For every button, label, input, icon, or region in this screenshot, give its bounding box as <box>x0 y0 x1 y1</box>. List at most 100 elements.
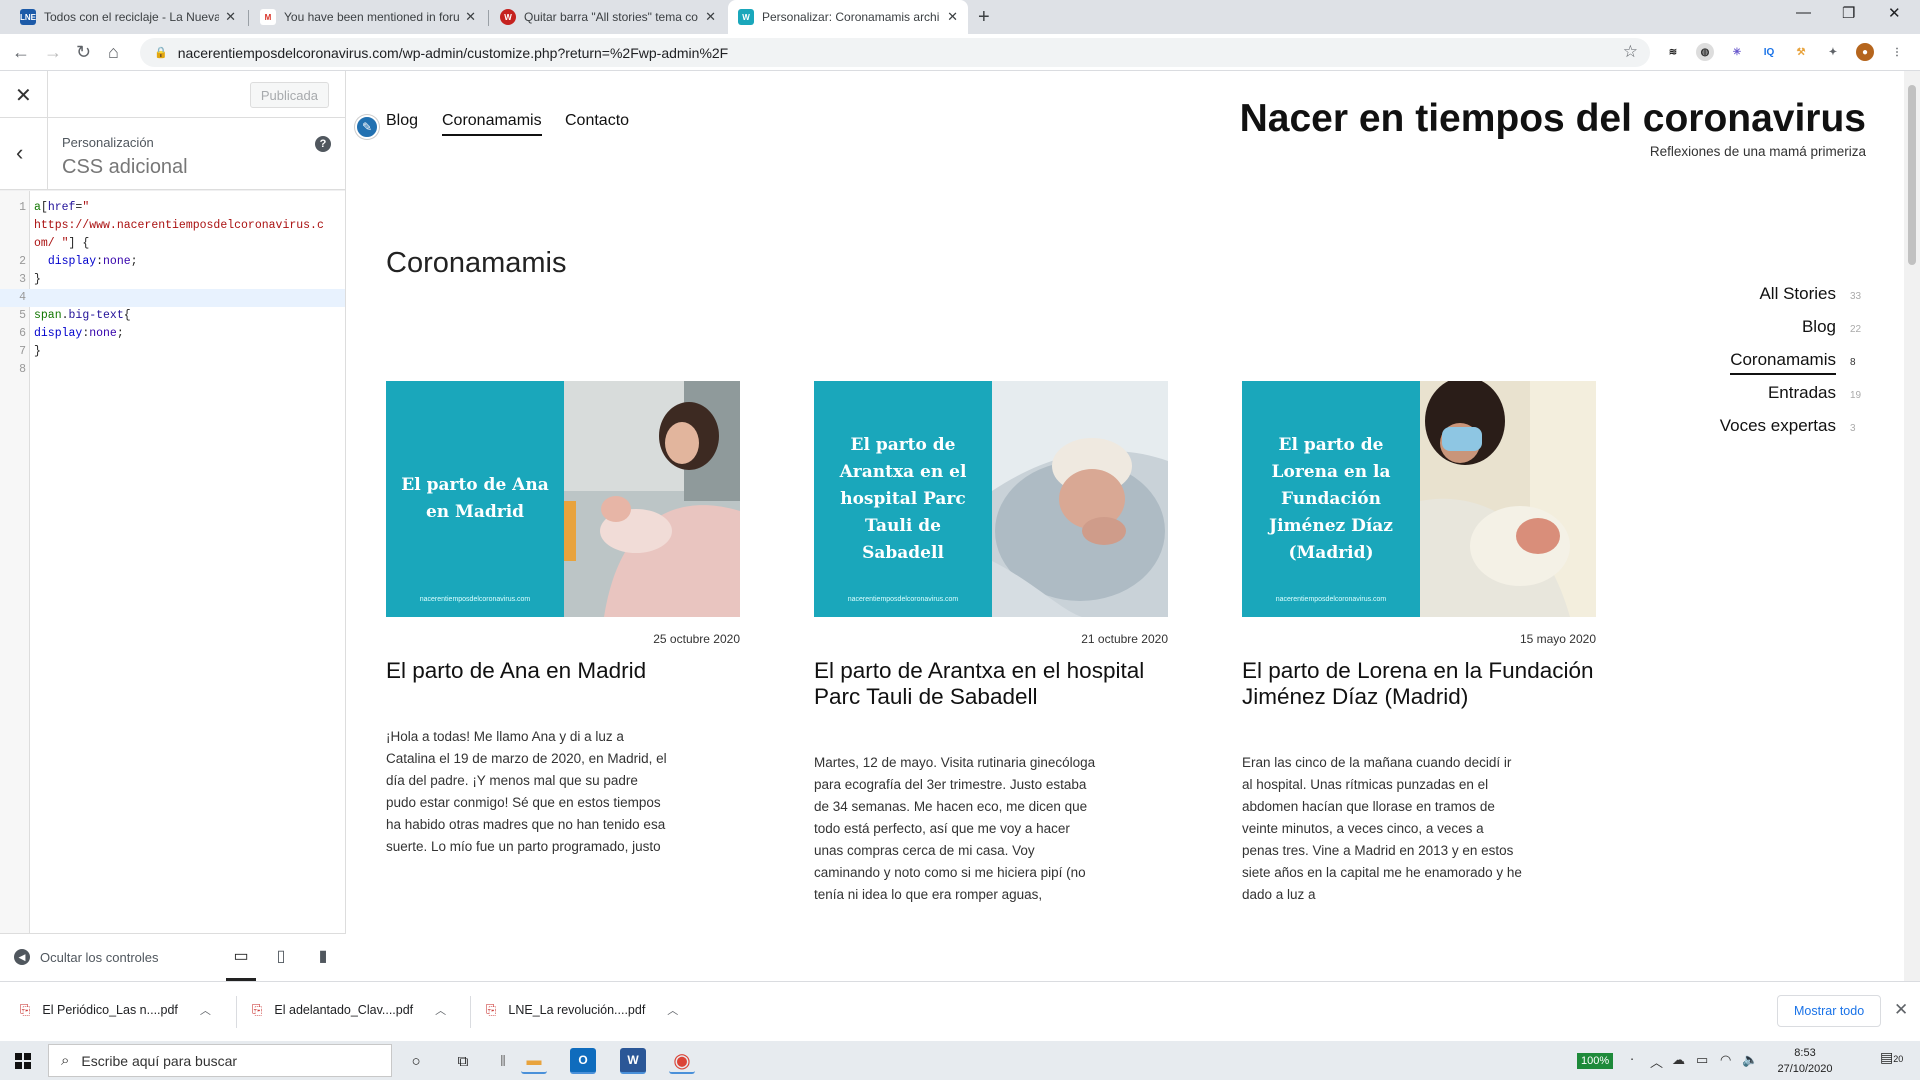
asterisk-extension-icon[interactable]: ✳ <box>1728 43 1746 61</box>
profile-avatar[interactable]: ● <box>1856 43 1874 61</box>
word-icon[interactable]: W <box>620 1048 646 1074</box>
download-item[interactable]: ⎘ LNE_La revolución....pdf ︿ <box>486 1002 678 1018</box>
download-item[interactable]: ⎘ El adelantado_Clav....pdf ︿ <box>252 1002 446 1018</box>
close-tab-icon[interactable]: ✕ <box>225 9 236 25</box>
mobile-preview-icon[interactable]: ▮ <box>308 946 338 966</box>
downloads-bar: ⎘ El Periódico_Las n....pdf ︿ ⎘ El adela… <box>0 981 1920 1041</box>
close-window-icon[interactable]: ✕ <box>1888 4 1901 22</box>
site-title[interactable]: Nacer en tiempos del coronavirus <box>1240 97 1866 141</box>
help-icon[interactable]: ? <box>315 136 331 152</box>
chevron-up-icon[interactable]: ︿ <box>200 1002 211 1018</box>
back-chevron-icon[interactable]: ‹ <box>16 140 23 166</box>
windows-start-icon[interactable] <box>15 1053 31 1069</box>
close-tab-icon[interactable]: ✕ <box>465 9 476 25</box>
thumbnail-caption: El parto de Arantxa en el hospital Parc … <box>814 381 992 617</box>
category-coronamamis[interactable]: Coronamamis 8 <box>1730 350 1868 375</box>
close-tab-icon[interactable]: ✕ <box>947 9 958 25</box>
gmail-favicon-icon: M <box>260 9 276 25</box>
post-thumbnail[interactable]: El parto de Arantxa en el hospital Parc … <box>814 381 1168 617</box>
task-view-icon[interactable]: ⧉ <box>450 1048 476 1074</box>
post-title[interactable]: El parto de Lorena en la Fundación Jimén… <box>1242 658 1596 710</box>
chevron-up-icon[interactable]: ︿ <box>667 1002 678 1018</box>
tablet-preview-icon[interactable]: ▯ <box>266 946 296 966</box>
puzzle-extensions-icon[interactable]: ✦ <box>1824 43 1842 61</box>
desktop-preview-icon[interactable]: ▭ <box>226 946 256 982</box>
menu-kebab-icon[interactable]: ⋮ <box>1888 43 1906 61</box>
wifi-icon[interactable]: ◠ <box>1720 1052 1731 1068</box>
clock-date: 27/10/2020 <box>1777 1063 1833 1075</box>
back-icon[interactable]: ← <box>12 41 30 63</box>
post-thumbnail[interactable]: El parto de Ana en Madrid nacerentiempos… <box>386 381 740 617</box>
battery-badge[interactable]: 100% <box>1577 1053 1614 1069</box>
show-hidden-icons-chevron-icon[interactable]: ︿ <box>1650 1052 1663 1071</box>
extension-icon[interactable]: ◍ <box>1696 43 1714 61</box>
published-button[interactable]: Publicada <box>249 82 329 108</box>
page-title: Coronamamis <box>386 247 567 279</box>
tray-icon[interactable]: ⋅ <box>1630 1052 1634 1068</box>
browser-tab[interactable]: LNE Todos con el reciclaje - La Nueva ✕ <box>10 0 246 34</box>
pdf-file-icon: ⎘ <box>252 1002 263 1017</box>
post-card: El parto de Arantxa en el hospital Parc … <box>814 381 1168 906</box>
home-icon[interactable]: ⌂ <box>108 41 119 63</box>
browser-toolbar: ← → ↻ ⌂ 🔒 nacerentiemposdelcoronavirus.c… <box>0 34 1920 71</box>
css-code-editor[interactable]: 1 a[href=" https://www.nacerentiemposdelc… <box>0 191 345 933</box>
cortana-icon[interactable]: ○ <box>403 1048 429 1074</box>
download-item[interactable]: ⎘ El Periódico_Las n....pdf ︿ <box>20 1002 211 1018</box>
layers-extension-icon[interactable]: ≋ <box>1664 43 1682 61</box>
category-blog[interactable]: Blog 22 <box>1802 317 1868 337</box>
lock-icon: 🔒 <box>154 47 168 59</box>
edit-shortcut-pencil-icon[interactable]: ✎ <box>355 115 379 139</box>
new-tab-button[interactable]: + <box>978 6 990 29</box>
close-tab-icon[interactable]: ✕ <box>705 9 716 25</box>
nav-item-blog[interactable]: Blog <box>386 112 418 130</box>
lne-favicon-icon: LNE <box>20 9 36 25</box>
onedrive-cloud-icon[interactable]: ☁ <box>1672 1052 1685 1068</box>
system-clock[interactable]: 8:53 27/10/2020 <box>1775 1045 1835 1077</box>
tab-divider <box>248 10 249 26</box>
bookmark-star-icon[interactable]: ☆ <box>1623 42 1638 62</box>
outlook-icon[interactable]: O <box>570 1048 596 1074</box>
category-count: 8 <box>1850 357 1856 368</box>
taskbar-search-box[interactable]: ⌕ Escribe aquí para buscar <box>48 1044 392 1077</box>
iq-extension-icon[interactable]: IQ <box>1760 43 1778 61</box>
chrome-icon[interactable]: ◉ <box>669 1048 695 1074</box>
battery-icon[interactable]: ▭ <box>1696 1052 1708 1068</box>
forward-icon[interactable]: → <box>44 41 62 63</box>
category-name: Blog <box>1801 317 1836 336</box>
close-downloads-icon[interactable]: ✕ <box>1894 1000 1908 1020</box>
reload-icon[interactable]: ↻ <box>76 41 91 63</box>
notifications-icon[interactable]: ▤20 <box>1880 1049 1903 1066</box>
category-entradas[interactable]: Entradas 19 <box>1768 383 1868 403</box>
hide-controls-label: Ocultar los controles <box>40 949 159 965</box>
section-header: ‹ Personalización CSS adicional ? <box>0 118 345 190</box>
browser-tab[interactable]: M You have been mentioned in foru ✕ <box>250 0 486 34</box>
show-all-downloads-button[interactable]: Mostrar todo <box>1777 995 1882 1027</box>
customizer-footer: ◀ Ocultar los controles ▭ ▯ ▮ <box>0 933 346 982</box>
address-bar[interactable]: 🔒 nacerentiemposdelcoronavirus.com/wp-ad… <box>140 38 1650 67</box>
minimize-icon[interactable]: — <box>1796 4 1811 21</box>
category-count: 3 <box>1850 423 1856 434</box>
code-line-active: 4 <box>0 289 345 307</box>
code-line: 3} <box>19 273 41 286</box>
browser-tab-active[interactable]: W Personalizar: Coronamamis archi ✕ <box>728 0 968 34</box>
scrollbar-thumb[interactable] <box>1908 85 1916 265</box>
hide-controls-button[interactable]: ◀ Ocultar los controles <box>14 949 159 965</box>
preview-scrollbar[interactable] <box>1904 71 1920 981</box>
category-voces-expertas[interactable]: Voces expertas 3 <box>1720 416 1868 436</box>
chevron-up-icon[interactable]: ︿ <box>435 1002 446 1018</box>
hammer-extension-icon[interactable]: ⚒ <box>1792 43 1810 61</box>
nav-item-coronamamis[interactable]: Coronamamis <box>442 112 542 136</box>
post-title[interactable]: El parto de Ana en Madrid <box>386 658 740 684</box>
category-name: Coronamamis <box>1730 350 1836 375</box>
restore-icon[interactable]: ❐ <box>1842 4 1855 22</box>
volume-icon[interactable]: 🔈 <box>1742 1052 1758 1068</box>
post-thumbnail[interactable]: El parto de Lorena en la Fundación Jimén… <box>1242 381 1596 617</box>
browser-tab[interactable]: W Quitar barra "All stories" tema co ✕ <box>490 0 726 34</box>
post-title[interactable]: El parto de Arantxa en el hospital Parc … <box>814 658 1168 710</box>
post-date: 15 mayo 2020 <box>1519 632 1596 646</box>
close-customizer-icon[interactable]: ✕ <box>15 83 32 108</box>
nav-item-contacto[interactable]: Contacto <box>565 112 629 130</box>
file-explorer-icon[interactable]: ▬ <box>521 1048 547 1074</box>
category-all-stories[interactable]: All Stories 33 <box>1759 284 1868 304</box>
customizer-panel: ✕ Publicada ‹ Personalización CSS adicio… <box>0 71 346 982</box>
